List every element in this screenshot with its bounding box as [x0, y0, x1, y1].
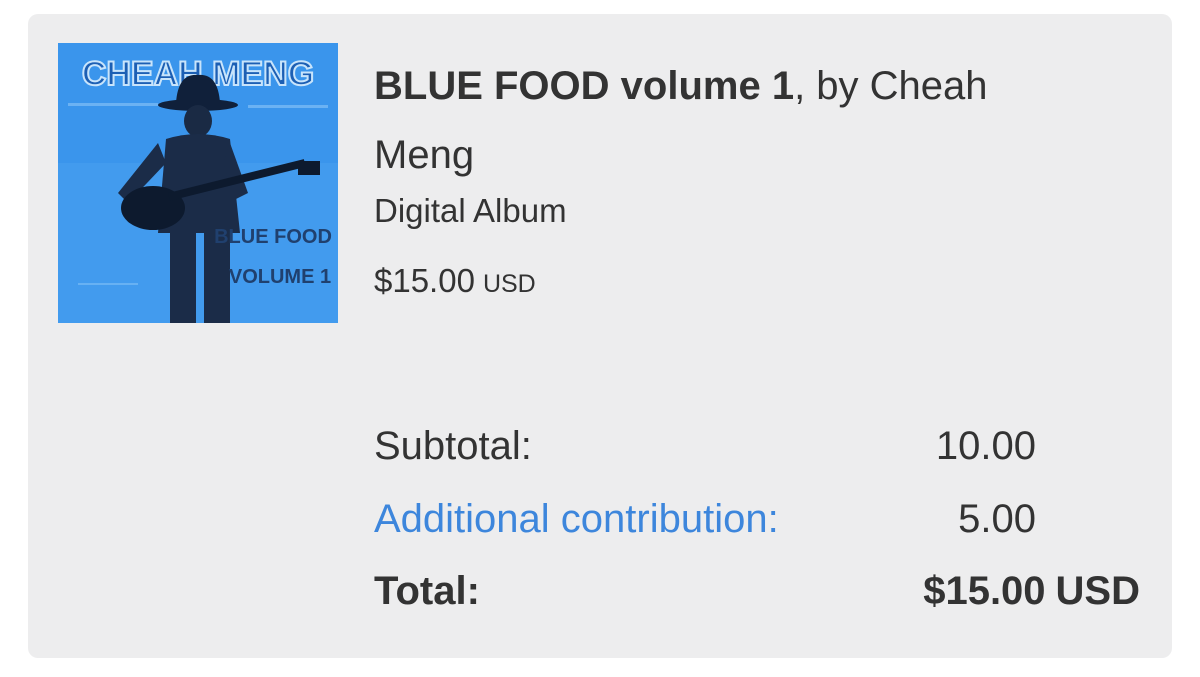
additional-contribution-link[interactable]: Additional contribution: [374, 497, 779, 542]
item-price: $15.00 USD [374, 262, 536, 300]
cover-side-text-1: BLUE FOOD [214, 226, 332, 248]
subtotal-value: 10.00 [935, 424, 1036, 468]
total-currency: USD [1055, 569, 1140, 613]
item-title: BLUE FOOD volume 1, by Cheah Meng [374, 52, 1074, 190]
item-price-amount: $15.00 [374, 262, 475, 299]
contribution-value: 5.00 [958, 497, 1036, 541]
total-amount: $15.00 USD [923, 569, 1140, 614]
item-format: Digital Album [374, 192, 567, 229]
album-title[interactable]: BLUE FOOD volume 1 [374, 64, 794, 108]
cover-side-text-2: VOLUME 1 [229, 266, 331, 288]
item-price-currency: USD [482, 270, 536, 298]
total-value: $15.00 [923, 569, 1046, 613]
album-cover-art: CHEAH MENG BLUE FOOD VOLUME 1 [58, 43, 338, 323]
total-label: Total: [374, 569, 480, 613]
subtotal-label: Subtotal: [374, 424, 532, 468]
album-cover: CHEAH MENG BLUE FOOD VOLUME 1 [58, 43, 338, 323]
